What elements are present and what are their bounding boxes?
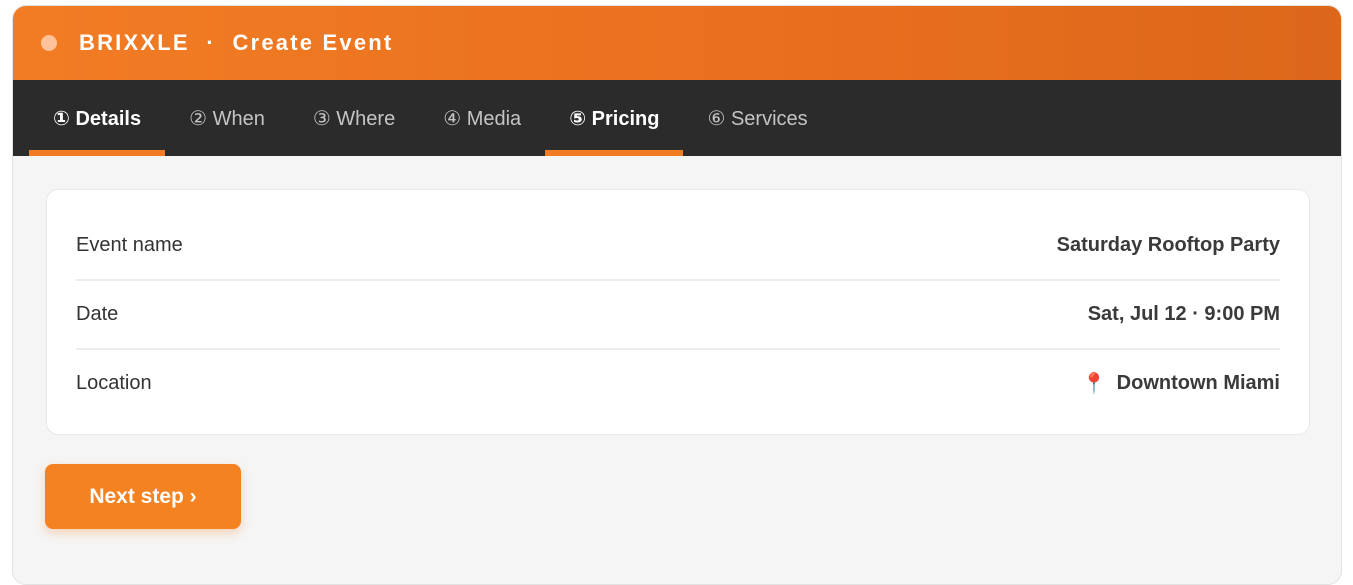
row-value-text: Downtown Miami [1116, 372, 1280, 394]
step-tabs: ① Details ② When ③ Where ④ Media ⑤ Prici… [13, 80, 1341, 156]
tab-details[interactable]: ① Details [29, 80, 166, 156]
row-label: Event name [76, 234, 183, 256]
summary-row-date: Date Sat, Jul 12 · 9:00 PM [76, 279, 1280, 348]
summary-row-event-name: Event name Saturday Rooftop Party [76, 212, 1280, 279]
tab-pricing[interactable]: ⑤ Pricing [545, 80, 684, 156]
event-name-value: Saturday Rooftop Party [1057, 234, 1280, 257]
event-summary-card: Event name Saturday Rooftop Party Date S… [46, 189, 1310, 435]
app-header: BRIXXLE · Create Event [13, 6, 1341, 80]
summary-row-location: Location 📍 Downtown Miami [76, 348, 1280, 417]
row-label: Location [76, 372, 152, 394]
tab-where[interactable]: ③ Where [289, 80, 419, 156]
row-value-text: Sat, Jul 12 · 9:00 PM [1087, 303, 1280, 325]
tab-label: ④ Media [443, 107, 522, 130]
status-dot-icon [41, 35, 57, 51]
tab-label: ⑥ Services [707, 107, 808, 130]
tab-label: ② When [189, 107, 265, 130]
tab-media[interactable]: ④ Media [419, 80, 545, 156]
row-value-text: Saturday Rooftop Party [1056, 234, 1280, 256]
location-value: 📍 Downtown Miami [1082, 371, 1280, 396]
map-pin-icon: 📍 [1081, 373, 1107, 395]
date-value: Sat, Jul 12 · 9:00 PM [1088, 303, 1280, 326]
create-event-window: BRIXXLE · Create Event ① Details ② When … [12, 5, 1342, 585]
tab-label: ③ Where [312, 107, 396, 130]
tab-label: ⑤ Pricing [569, 107, 660, 130]
tab-label: ① Details [53, 107, 142, 130]
tab-services[interactable]: ⑥ Services [683, 80, 831, 156]
next-step-button[interactable]: Next step › [45, 464, 241, 529]
row-label: Date [76, 303, 119, 325]
app-title: BRIXXLE · Create Event [79, 30, 394, 55]
tab-when[interactable]: ② When [165, 80, 289, 156]
